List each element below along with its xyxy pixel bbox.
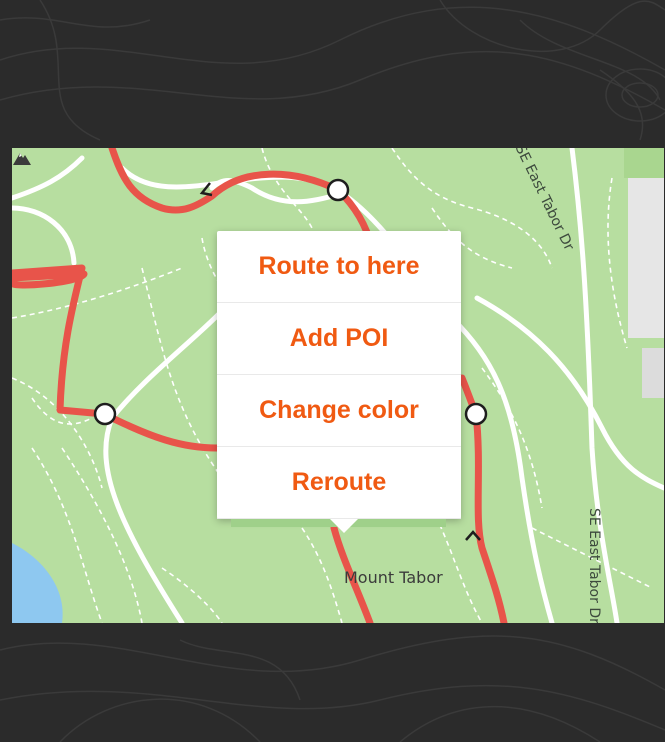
route-to-here-button[interactable]: Route to here bbox=[217, 231, 461, 303]
waypoint-marker bbox=[464, 402, 488, 426]
mountain-peak-icon[interactable] bbox=[12, 148, 32, 166]
change-color-button[interactable]: Change color bbox=[217, 375, 461, 447]
waypoint-marker bbox=[326, 178, 350, 202]
reroute-button[interactable]: Reroute bbox=[217, 447, 461, 519]
poi-label[interactable]: Mount Tabor bbox=[344, 568, 443, 587]
add-poi-button[interactable]: Add POI bbox=[217, 303, 461, 375]
waypoint-marker bbox=[93, 402, 117, 426]
street-label: SE East Tabor Dr bbox=[586, 508, 602, 623]
context-menu: Route to here Add POI Change color Rerou… bbox=[217, 231, 461, 533]
menu-pointer bbox=[330, 519, 358, 533]
